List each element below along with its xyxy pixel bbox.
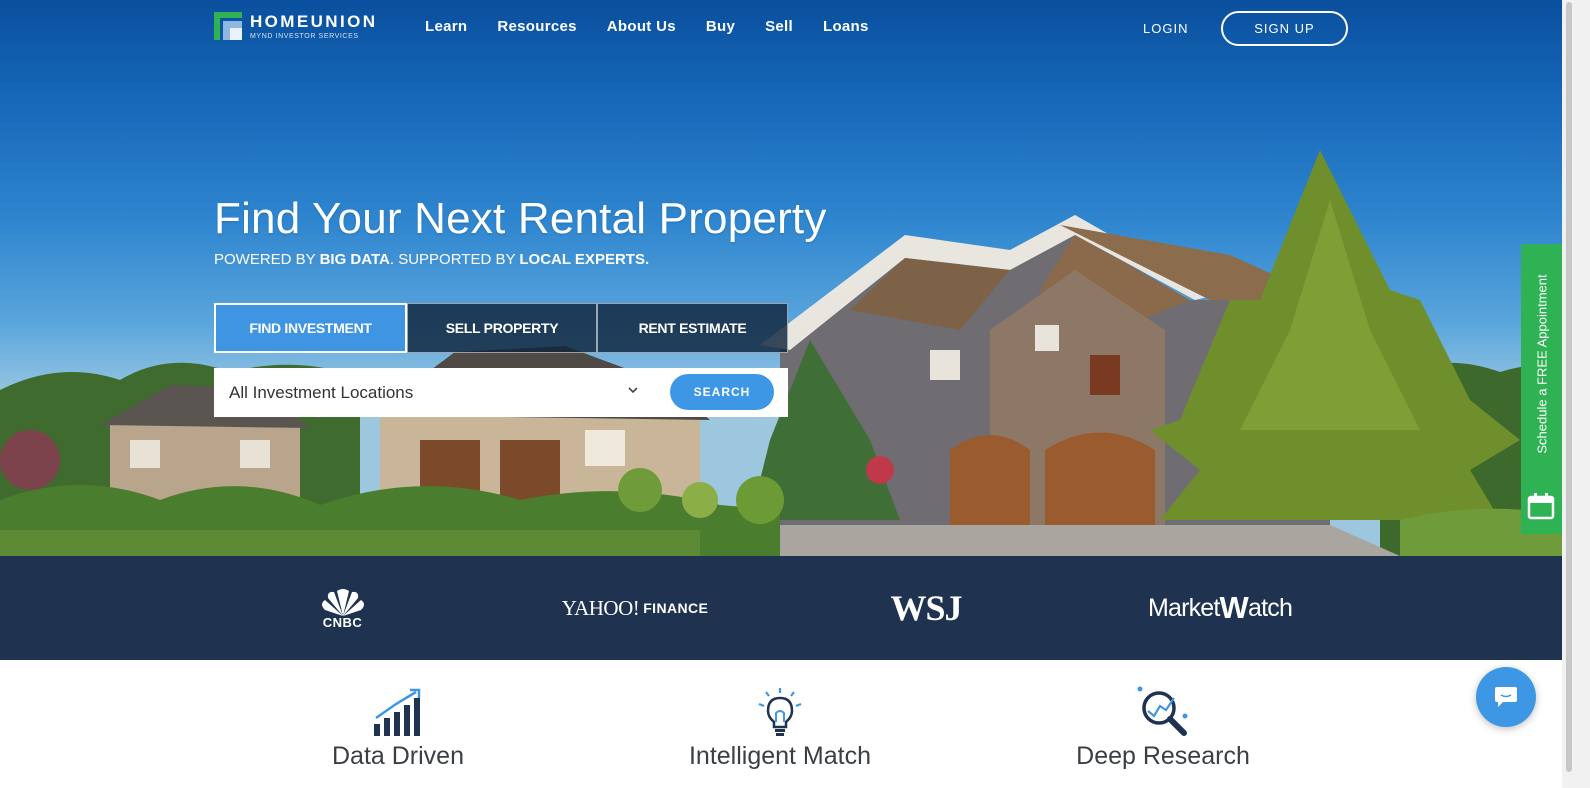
scrollbar-thumb[interactable] (1566, 2, 1572, 772)
cnbc-text: CNBC (322, 614, 363, 630)
tagline-part-2: . SUPPORTED BY (389, 251, 520, 268)
wsj-logo: WSJ (890, 588, 962, 628)
tagline-big-data: BIG DATA (319, 251, 390, 268)
marketwatch-text-c: atch (1248, 593, 1293, 622)
search-button[interactable]: SEARCH (670, 374, 774, 410)
features-section: Data Driven Intelligent Match Deep Resea… (0, 660, 1562, 788)
hero-section: HOMEUNION MYND INVESTOR SERVICES Learn R… (0, 0, 1562, 556)
cnbc-logo: CNBC (305, 556, 380, 660)
login-link[interactable]: LOGIN (1143, 21, 1188, 36)
location-select[interactable]: All Investment Locations (214, 368, 654, 417)
feature-title-deep-research: Deep Research (1076, 742, 1250, 770)
chevron-down-icon (628, 387, 638, 394)
nav-link-about-us[interactable]: About Us (607, 18, 676, 35)
brand-subtitle: MYND INVESTOR SERVICES (250, 33, 359, 40)
marketwatch-logo: Market Watch (1147, 556, 1293, 660)
chat-bubble-icon (1495, 687, 1517, 707)
tab-rent-estimate[interactable]: RENT ESTIMATE (597, 303, 788, 353)
homeunion-logo[interactable]: HOMEUNION MYND INVESTOR SERVICES (214, 12, 394, 46)
page-scrollbar[interactable] (1562, 0, 1590, 788)
chat-launcher-button[interactable] (1476, 667, 1536, 727)
tagline-part-1: POWERED BY (214, 251, 320, 268)
logo-mark-icon (214, 12, 242, 40)
brand-name: HOMEUNION (250, 12, 378, 31)
schedule-appointment-label: Schedule a FREE Appointment (1534, 274, 1549, 454)
top-navigation: HOMEUNION MYND INVESTOR SERVICES Learn R… (0, 0, 1562, 58)
hero-headline: Find Your Next Rental Property (214, 194, 827, 243)
feature-intelligent-match: Intelligent Match (620, 660, 940, 788)
search-mode-tabs: FIND INVESTMENT SELL PROPERTY RENT ESTIM… (214, 303, 788, 353)
press-logos-bar: CNBC YAHOO! FINANCE WSJ Market Watch (0, 556, 1562, 660)
marketwatch-text-a: Market (1147, 593, 1220, 622)
growth-chart-icon (374, 688, 421, 736)
yahoo-text: YAHOO! (561, 595, 640, 620)
tab-sell-property[interactable]: SELL PROPERTY (407, 303, 597, 353)
lightbulb-icon (758, 688, 802, 736)
feature-deep-research: Deep Research (1003, 660, 1323, 788)
schedule-appointment-tab[interactable]: Schedule a FREE Appointment (1521, 244, 1562, 534)
page: HOMEUNION MYND INVESTOR SERVICES Learn R… (0, 0, 1590, 788)
hero-tagline: POWERED BY BIG DATA. SUPPORTED BY LOCAL … (214, 251, 649, 268)
location-select-value: All Investment Locations (229, 382, 414, 402)
calendar-icon (1527, 493, 1555, 520)
sign-up-button[interactable]: SIGN UP (1221, 11, 1348, 46)
nav-link-learn[interactable]: Learn (425, 18, 467, 35)
hero-house-image (0, 150, 1562, 556)
cnbc-peacock-icon (321, 588, 364, 616)
search-bar: All Investment Locations SEARCH (214, 368, 788, 417)
nav-link-loans[interactable]: Loans (823, 18, 869, 35)
tagline-local-experts: LOCAL EXPERTS. (519, 251, 650, 268)
feature-title-data-driven: Data Driven (332, 742, 464, 770)
tab-find-investment[interactable]: FIND INVESTMENT (214, 303, 407, 353)
feature-data-driven: Data Driven (238, 660, 558, 788)
yahoo-finance-logo: YAHOO! FINANCE (552, 556, 718, 660)
nav-link-resources[interactable]: Resources (497, 18, 576, 35)
marketwatch-text-b: W (1219, 590, 1249, 625)
feature-title-intelligent-match: Intelligent Match (688, 742, 872, 770)
nav-links: Learn Resources About Us Buy Sell Loans (425, 18, 899, 35)
finance-text: FINANCE (643, 600, 709, 616)
magnifier-chart-icon (1137, 686, 1188, 736)
nav-link-buy[interactable]: Buy (706, 18, 735, 35)
nav-link-sell[interactable]: Sell (765, 18, 793, 35)
